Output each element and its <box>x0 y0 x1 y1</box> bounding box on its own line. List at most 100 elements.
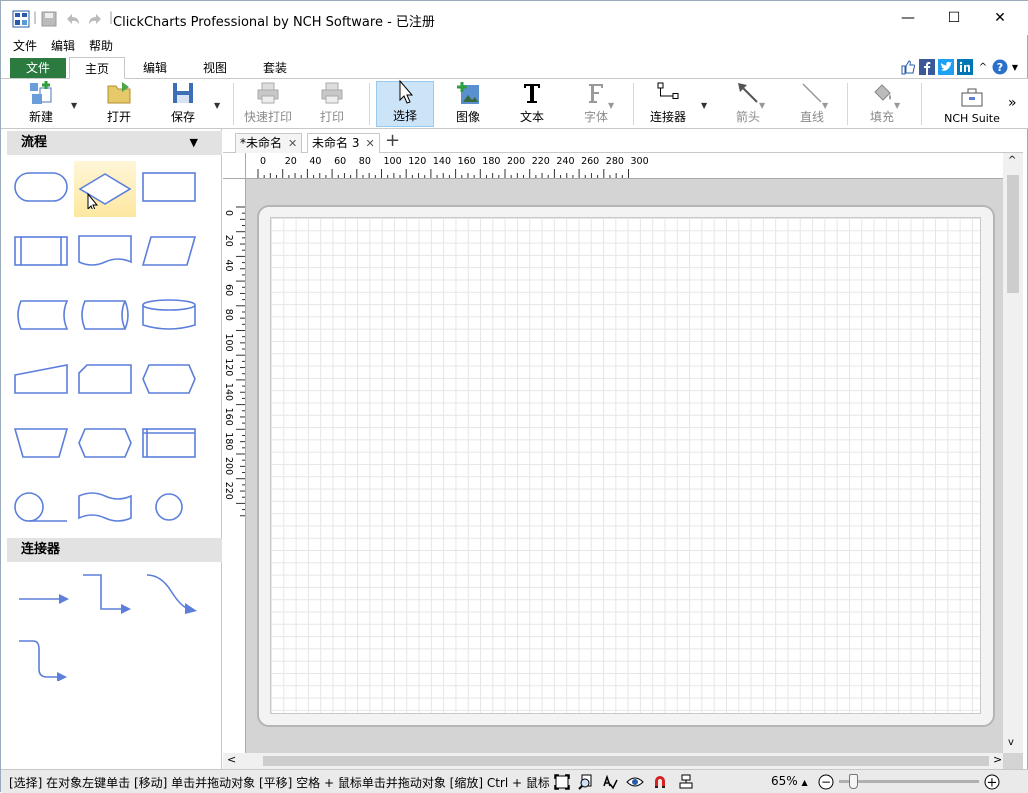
connector-curved[interactable] <box>138 567 200 619</box>
v-ruler-label: 40 <box>223 259 234 271</box>
redo-icon[interactable] <box>85 9 105 29</box>
connector-straight[interactable] <box>10 567 72 619</box>
shape-data[interactable] <box>138 225 200 277</box>
vertical-scroll-thumb[interactable] <box>1007 175 1019 293</box>
shape-display[interactable] <box>138 353 200 405</box>
maximize-button[interactable]: ☐ <box>931 1 977 35</box>
section-collapse-icon[interactable]: ▼ <box>190 131 198 155</box>
zoom-fit-icon[interactable] <box>577 773 595 791</box>
new-dropdown-icon[interactable]: ▼ <box>71 101 77 110</box>
shape-preparation[interactable] <box>74 417 136 469</box>
font-button[interactable]: 字体 <box>569 81 623 127</box>
shape-card[interactable] <box>74 353 136 405</box>
arrow-dropdown-icon[interactable]: ▼ <box>759 101 765 110</box>
flow-section-header[interactable]: 流程 ▼ <box>7 131 222 155</box>
connector-elbow[interactable] <box>74 567 136 619</box>
close-tab-icon[interactable]: ✕ <box>288 137 297 150</box>
shape-process[interactable] <box>138 161 200 213</box>
add-tab-icon[interactable]: + <box>385 130 400 151</box>
connector-rounded-elbow[interactable] <box>10 633 72 685</box>
facebook-icon[interactable] <box>918 58 936 76</box>
help-dropdown-icon[interactable]: ▼ <box>1010 58 1020 76</box>
connector-button[interactable]: 连接器 <box>639 81 697 127</box>
fill-dropdown-icon[interactable]: ▼ <box>894 101 900 110</box>
tab-edit[interactable]: 编辑 <box>129 57 181 79</box>
nch-suite-button[interactable]: NCH Suite <box>941 81 1003 127</box>
image-button[interactable]: 图像 <box>441 81 495 127</box>
select-tool-button[interactable]: 选择 <box>376 79 434 127</box>
tab-view[interactable]: 视图 <box>189 57 241 79</box>
shape-direct-data[interactable] <box>74 289 136 341</box>
new-button[interactable]: 新建 <box>17 81 65 127</box>
zoom-slider-thumb[interactable] <box>849 774 858 789</box>
help-icon[interactable]: ? <box>991 58 1009 76</box>
doc-tab-unnamed[interactable]: *未命名 ✕ <box>235 133 303 153</box>
minimize-button[interactable]: — <box>885 1 931 35</box>
text-t-icon <box>519 80 545 106</box>
scroll-right-icon[interactable]: > <box>993 753 1002 766</box>
quick-save-icon[interactable] <box>39 9 59 29</box>
undo-icon[interactable] <box>63 9 83 29</box>
vertical-scrollbar[interactable]: ^ v <box>1003 153 1023 753</box>
line-dropdown-icon[interactable]: ▼ <box>822 101 828 110</box>
shape-manual-input[interactable] <box>10 353 72 405</box>
preview-eye-icon[interactable] <box>626 773 644 791</box>
zoom-caret-icon[interactable]: ▲ <box>802 778 808 787</box>
horizontal-scroll-thumb[interactable] <box>263 756 989 766</box>
shape-stored-data[interactable] <box>10 289 72 341</box>
zoom-in-button[interactable]: + <box>983 773 1001 791</box>
save-button[interactable]: 保存 <box>159 81 207 127</box>
arrow-button[interactable]: 箭头 <box>721 81 775 127</box>
font-dropdown-icon[interactable]: ▼ <box>608 101 614 110</box>
shape-document[interactable] <box>74 225 136 277</box>
fit-page-icon[interactable] <box>553 773 571 791</box>
shape-database[interactable] <box>138 289 200 341</box>
ribbon-collapse-icon[interactable]: ^ <box>977 58 989 76</box>
horizontal-ruler: 0 20 40 60 80 100 120 140 160 180 200 220 240 260 280 3… <box>246 153 1003 179</box>
layers-icon[interactable] <box>677 773 695 791</box>
shape-internal-storage[interactable] <box>138 417 200 469</box>
ribbon-more-icon[interactable]: » <box>1008 95 1017 111</box>
shape-manual-operation[interactable] <box>10 417 72 469</box>
line-button[interactable]: 直线 <box>785 81 839 127</box>
scroll-left-icon[interactable]: < <box>227 753 236 766</box>
save-dropdown-icon[interactable]: ▼ <box>214 101 220 110</box>
tab-suite[interactable]: 套装 <box>249 57 301 79</box>
twitter-icon[interactable] <box>937 58 955 76</box>
shape-connector-circle[interactable] <box>138 481 200 533</box>
zoom-level[interactable]: 65% ▲ <box>771 774 808 788</box>
connector-dropdown-icon[interactable]: ▼ <box>701 101 707 110</box>
shape-punched-tape[interactable] <box>74 481 136 533</box>
scroll-down-icon[interactable]: v <box>1008 737 1014 748</box>
spell-check-icon[interactable] <box>601 773 619 791</box>
drawing-page[interactable] <box>270 217 981 714</box>
zoom-slider-track[interactable] <box>839 780 979 783</box>
like-icon[interactable] <box>899 58 917 76</box>
fill-button[interactable]: 填充 <box>853 81 911 127</box>
open-button[interactable]: 打开 <box>95 81 143 127</box>
snap-magnet-icon[interactable] <box>651 773 669 791</box>
v-ruler-label: 60 <box>223 284 234 296</box>
menu-help[interactable]: 帮助 <box>89 37 113 54</box>
shape-predefined-process[interactable] <box>10 225 72 277</box>
menu-file[interactable]: 文件 <box>13 37 37 54</box>
shape-terminator[interactable] <box>10 161 72 213</box>
scroll-up-icon[interactable]: ^ <box>1008 155 1016 166</box>
menu-edit[interactable]: 编辑 <box>51 37 75 54</box>
linkedin-icon[interactable] <box>956 58 974 76</box>
tab-home[interactable]: 主页 <box>69 57 125 79</box>
text-button[interactable]: 文本 <box>505 81 559 127</box>
close-tab-icon[interactable]: ✕ <box>365 137 374 150</box>
print-button[interactable]: 打印 <box>309 81 355 127</box>
canvas-area[interactable]: 0 20 40 60 80 100 120 140 160 180 200 220 240 260 280 3… <box>223 153 1023 769</box>
shape-decision[interactable] <box>74 161 136 217</box>
horizontal-scrollbar[interactable]: < > <box>223 753 1003 769</box>
tab-file[interactable]: 文件 <box>10 58 66 78</box>
doc-tab-unnamed-3[interactable]: 未命名 3 ✕ <box>307 133 380 153</box>
quick-print-button[interactable]: 快速打印 <box>239 81 297 127</box>
zoom-out-button[interactable]: − <box>817 773 835 791</box>
connector-section-header[interactable]: 连接器 <box>7 538 222 562</box>
app-icon[interactable] <box>11 9 31 29</box>
close-button[interactable]: ✕ <box>977 1 1023 35</box>
shape-sequential-data[interactable] <box>10 481 72 533</box>
